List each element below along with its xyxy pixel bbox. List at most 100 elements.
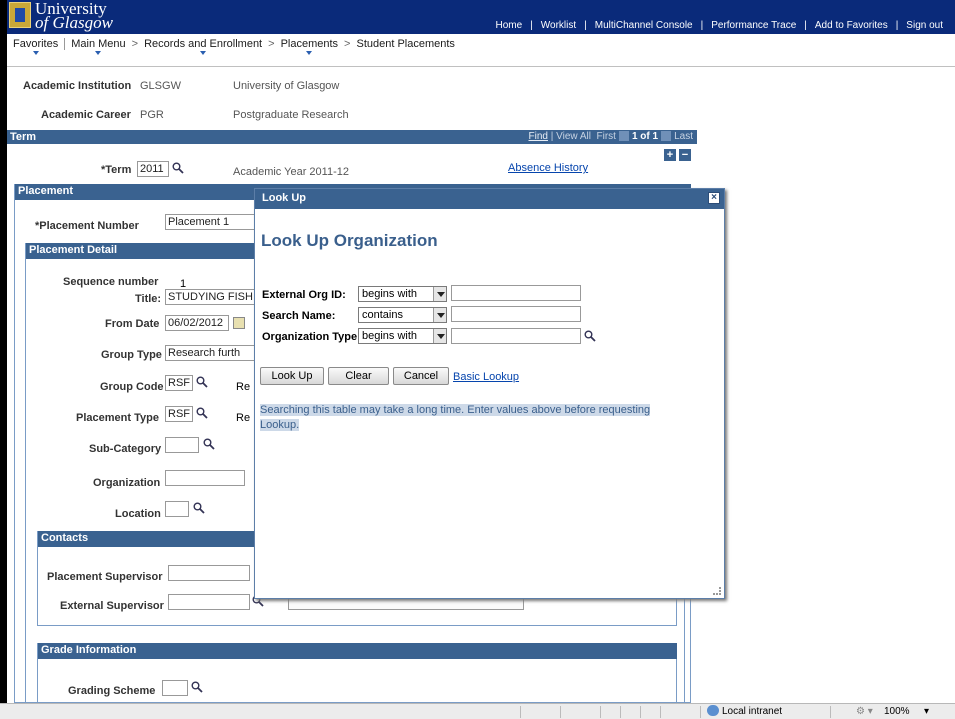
grading-scheme-label: Grading Scheme [68,685,156,697]
organization-type-operator[interactable]: begins with [358,328,447,344]
absence-history-link[interactable]: Absence History [508,162,588,174]
term-view-all[interactable]: View All [556,130,591,144]
career-label: Academic Career [41,109,131,121]
breadcrumb-main-menu[interactable]: Main Menu [67,38,129,55]
nav-sign-out[interactable]: Sign out [898,20,951,31]
external-org-id-operator-value: begins with [362,288,418,300]
organization-type-operator-value: begins with [362,330,418,342]
lookup-note-text: Searching this table may take a long tim… [260,404,651,431]
chevron-down-icon[interactable]: ▾ [924,706,929,717]
basic-lookup-link[interactable]: Basic Lookup [453,371,519,383]
from-date-label: From Date [105,318,160,330]
placement-supervisor-input[interactable] [168,565,250,581]
term-label: *Term [101,164,132,176]
next-arrow-icon[interactable] [661,131,672,141]
chevron-down-icon [433,329,446,343]
search-icon[interactable] [196,407,208,419]
placement-supervisor-label: Placement Supervisor [47,571,163,583]
external-supervisor-label: External Supervisor [60,600,164,612]
add-row-icon[interactable]: + [664,149,676,161]
university-logo[interactable]: University of Glasgow [9,0,113,32]
term-section-bar: Term Find | View All First 1 of 1 Last [7,130,697,144]
search-icon[interactable] [191,681,203,693]
nav-home[interactable]: Home [487,20,530,31]
search-name-operator[interactable]: contains [358,307,447,323]
term-count: 1 of 1 [631,131,659,142]
search-icon[interactable] [196,376,208,388]
chevron-right-icon: > [131,38,139,50]
placement-type-input[interactable]: RSF [165,406,193,422]
from-date-input[interactable]: 06/02/2012 [165,315,229,331]
nav-performance-trace[interactable]: Performance Trace [703,20,804,31]
clear-button[interactable]: Clear [328,367,389,385]
delete-row-icon[interactable]: − [679,149,691,161]
app-header: University of Glasgow Home | Worklist | Mu… [7,0,955,34]
close-icon[interactable]: × [708,192,720,204]
external-org-id-label: External Org ID: [262,289,346,301]
logo-line-2: of Glasgow [35,13,113,32]
group-type-select[interactable]: Research furth [165,345,255,361]
window-frame [0,0,7,719]
term-find-link[interactable]: Find [529,130,548,144]
breadcrumb-records-enrollment[interactable]: Records and Enrollment [140,38,266,55]
search-name-label: Search Name: [262,310,336,322]
modal-title: Look Up Organization [261,231,438,250]
search-icon[interactable] [203,438,215,450]
term-last[interactable]: Last [674,130,693,144]
chevron-down-icon [433,308,446,322]
inst-code: GLSGW [140,80,181,92]
nav-worklist[interactable]: Worklist [533,20,584,31]
protected-mode-icon[interactable]: ⚙ ▾ [856,706,873,717]
search-name-input[interactable] [451,306,581,322]
cancel-button[interactable]: Cancel [393,367,449,385]
term-first[interactable]: First [597,130,616,144]
breadcrumb-favorites[interactable]: Favorites [9,38,62,55]
look-up-button[interactable]: Look Up [260,367,324,385]
location-label: Location [115,508,161,520]
external-supervisor-input[interactable] [168,594,250,610]
inst-name: University of Glasgow [233,80,340,92]
chevron-right-icon: > [344,38,351,50]
title-input[interactable]: STUDYING FISH [165,289,255,305]
location-input[interactable] [165,501,189,517]
resize-handle-icon[interactable] [713,587,721,595]
external-org-id-operator[interactable]: begins with [358,286,447,302]
sub-category-input[interactable] [165,437,199,453]
career-code: PGR [140,109,164,121]
crest-icon [9,2,31,28]
placement-number-input[interactable]: Placement 1 [165,214,255,230]
search-icon[interactable] [584,330,596,342]
external-org-id-input[interactable] [451,285,581,301]
organization-type-input[interactable] [451,328,581,344]
modal-header-title: Look Up [262,192,306,204]
menu-bar: Favorites Main Menu > Records and Enroll… [7,34,955,67]
breadcrumb-student-placements[interactable]: Student Placements [352,38,458,50]
calendar-icon[interactable] [233,317,245,329]
placement-type-label: Placement Type [76,412,159,424]
term-bar-title: Term [10,131,37,143]
organization-input[interactable] [165,470,245,486]
prev-arrow-icon[interactable] [618,131,629,141]
placement-type-desc: Re [236,412,251,424]
term-desc: Academic Year 2011-12 [233,166,349,178]
grading-scheme-input[interactable] [162,680,188,696]
group-code-label: Group Code [100,381,164,393]
group-code-input[interactable]: RSF [165,375,193,391]
breadcrumb: Favorites Main Menu > Records and Enroll… [9,38,459,55]
placement-number-label: *Placement Number [35,220,139,232]
search-icon[interactable] [193,502,205,514]
title-label: Title: [135,293,162,305]
search-icon[interactable] [172,162,184,174]
breadcrumb-placements[interactable]: Placements [277,38,342,55]
modal-header: Look Up × [255,189,724,209]
chevron-right-icon: > [268,38,275,50]
zoom-level[interactable]: 100% [884,706,910,717]
nav-multichannel-console[interactable]: MultiChannel Console [587,20,701,31]
group-type-label: Group Type [101,349,162,361]
career-name: Postgraduate Research [233,109,349,121]
chevron-down-icon [433,287,446,301]
top-nav: Home | Worklist | MultiChannel Console | Pe… [487,20,951,31]
nav-add-to-favorites[interactable]: Add to Favorites [807,20,896,31]
term-input[interactable]: 2011 [137,161,169,177]
zone-text: Local intranet [722,706,783,717]
